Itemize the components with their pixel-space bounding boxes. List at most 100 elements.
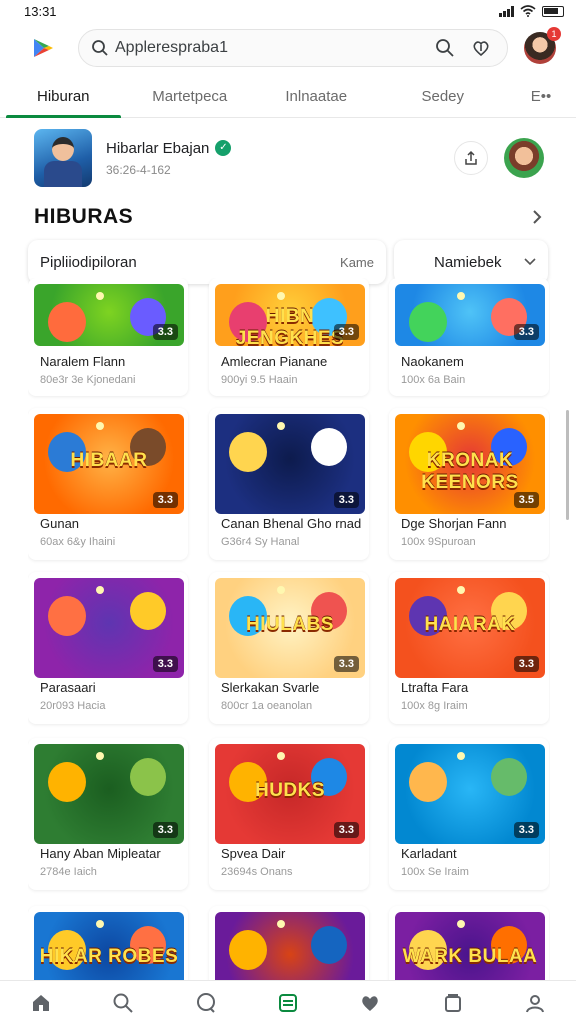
age-rating-badge: 3.3	[513, 656, 539, 672]
sort-dropdown-label: Namiebek	[434, 253, 502, 271]
tab-inlnaatae[interactable]: Inlnaatae	[253, 78, 380, 117]
game-thumbnail: 3.3	[34, 744, 184, 844]
game-card[interactable]: KRONAK KEENORS 3.5 Dge Shorjan Fann 100x 9S…	[389, 408, 549, 560]
developer-subtitle: 36:26-4-162	[106, 162, 171, 177]
age-rating-badge: 3.3	[152, 822, 178, 838]
game-card[interactable]: HIBN JENGKHES 3.3 Amlecran Pianane 900yi 9.…	[209, 278, 369, 396]
game-card[interactable]: HIBAAR 3.3 Gunan 60ax 6&y Ihaini	[28, 408, 188, 560]
tab-martetpeca[interactable]: Martetpeca	[127, 78, 254, 117]
game-card[interactable]: 3.3 Parasaari 20r093 Hacia	[28, 572, 188, 724]
category-tabs: Hiburan Martetpeca Inlnaatae Sedey E••	[0, 78, 576, 118]
chevron-right-icon[interactable]	[530, 209, 544, 225]
profile-icon	[525, 994, 544, 1012]
search-icon	[113, 993, 134, 1013]
game-card[interactable]: HUDKS 3.3 Spvea Dair 23694s Onans	[209, 738, 369, 890]
nav-favorites[interactable]	[350, 983, 390, 1023]
game-title: Parasaari	[40, 680, 96, 695]
apps-icon	[278, 993, 297, 1012]
bottom-nav	[0, 980, 576, 1024]
section-title: HIBURAS	[34, 205, 134, 228]
game-grid: 3.3 Naralem Flann 80e3r 3e Kjonedani HIBN J…	[28, 278, 550, 984]
game-card[interactable]: 3.3 Naokanem 100x 6a Bain	[389, 278, 549, 396]
nav-search[interactable]	[103, 983, 143, 1023]
game-thumbnail: HIKAR ROBES	[34, 912, 184, 984]
game-subtitle: 100x 6a Bain	[401, 374, 466, 386]
game-subtitle: 80e3r 3e Kjonedani	[40, 374, 136, 386]
game-logo-text: HIKAR ROBES	[39, 945, 179, 967]
developer-info: Hibarlar Ebajan ✓ 36:26-4-162	[106, 140, 454, 177]
game-subtitle: 60ax 6&y Ihaini	[40, 536, 116, 548]
game-title: Dge Shorjan Fann	[401, 516, 507, 531]
game-subtitle: 100x 8g Iraim	[401, 700, 468, 712]
verified-icon: ✓	[215, 140, 232, 156]
search-icon	[436, 39, 454, 57]
game-subtitle: G36r4 Sy Hanal	[221, 536, 300, 548]
game-subtitle: 20r093 Hacia	[40, 700, 106, 712]
game-thumbnail: HUDKS 3.3	[215, 744, 365, 844]
game-thumbnail: HIBN JENGKHES 3.3	[215, 284, 365, 346]
search-bar[interactable]: Applerespraba1	[78, 29, 508, 67]
search-input[interactable]: Applerespraba1	[115, 39, 431, 57]
friend-avatar[interactable]	[504, 138, 544, 178]
nav-library[interactable]	[433, 983, 473, 1023]
scrollbar[interactable]	[566, 410, 569, 520]
status-time: 13:31	[24, 3, 57, 19]
status-icons	[499, 5, 564, 17]
section-header[interactable]: HIBURAS	[34, 204, 544, 230]
account-avatar[interactable]: 1	[524, 27, 561, 64]
share-icon	[465, 150, 477, 165]
game-card[interactable]	[209, 906, 369, 984]
game-title: Naralem Flann	[40, 354, 126, 369]
game-thumbnail: 3.3	[34, 284, 184, 346]
age-rating-badge: 3.3	[152, 656, 178, 672]
nav-home[interactable]	[21, 983, 61, 1023]
game-card[interactable]: 3.3 Hany Aban Mipleatar 2784e Iaich	[28, 738, 188, 890]
game-title: Ltrafta Fara	[401, 680, 469, 695]
featured-developer-row[interactable]: Hibarlar Ebajan ✓ 36:26-4-162	[34, 128, 544, 188]
age-rating-badge: 3.5	[513, 492, 539, 508]
developer-name-row: Hibarlar Ebajan ✓	[106, 140, 454, 157]
game-thumbnail: 3.3	[34, 578, 184, 678]
game-logo-text: HUDKS	[254, 780, 326, 801]
search-submit-button[interactable]	[431, 34, 459, 62]
game-title: Canan Bhenal Gho rnad	[221, 516, 362, 531]
game-card[interactable]: 3.3 Karladant 100x Se Iraim	[389, 738, 549, 890]
tab-more[interactable]: E••	[506, 78, 576, 117]
google-play-logo-icon[interactable]	[30, 35, 56, 61]
game-card[interactable]: HIKAR ROBES	[28, 906, 188, 984]
age-rating-badge: 3.3	[513, 822, 539, 838]
game-thumbnail: 3.3	[215, 414, 365, 514]
battery-icon	[542, 5, 564, 17]
notification-badge: 1	[547, 27, 561, 41]
game-title: Hany Aban Mipleatar	[40, 846, 161, 861]
wifi-icon	[520, 5, 536, 17]
developer-name: Hibarlar Ebajan	[106, 139, 210, 157]
nav-chat[interactable]	[186, 983, 226, 1023]
signal-icon	[499, 5, 514, 17]
voice-search-button[interactable]	[467, 34, 495, 62]
filter-left-small: Kame	[340, 254, 374, 270]
game-card[interactable]: 3.3 Canan Bhenal Gho rnad G36r4 Sy Hanal	[209, 408, 369, 560]
share-button[interactable]	[454, 141, 488, 175]
game-subtitle: 800cr 1a oeanolan	[221, 700, 313, 712]
game-subtitle: 23694s Onans	[221, 866, 293, 878]
tab-sedey[interactable]: Sedey	[380, 78, 507, 117]
game-card[interactable]: HIULABS 3.3 Slerkakan Svarle 800cr 1a oeano…	[209, 572, 369, 724]
age-rating-badge: 3.3	[333, 656, 359, 672]
nav-apps[interactable]	[268, 983, 308, 1023]
heart-shield-icon	[473, 41, 489, 57]
tab-hiburan[interactable]: Hiburan	[0, 78, 127, 118]
game-card[interactable]: HAIARAK 3.3 Ltrafta Fara 100x 8g Iraim	[389, 572, 549, 724]
home-icon	[33, 994, 50, 1011]
game-thumbnail: HIBAAR 3.3	[34, 414, 184, 514]
nav-profile[interactable]	[515, 983, 555, 1023]
age-rating-badge: 3.3	[152, 324, 178, 340]
game-thumbnail: HAIARAK 3.3	[395, 578, 545, 678]
age-rating-badge: 3.3	[513, 324, 539, 340]
game-thumbnail	[215, 912, 365, 984]
top-bar: Applerespraba1 1	[0, 24, 576, 72]
game-thumbnail: 3.3	[395, 284, 545, 346]
game-subtitle: 100x 9Spuroan	[401, 536, 476, 548]
game-card[interactable]: WARK BULAA	[389, 906, 549, 984]
game-card[interactable]: 3.3 Naralem Flann 80e3r 3e Kjonedani	[28, 278, 188, 396]
